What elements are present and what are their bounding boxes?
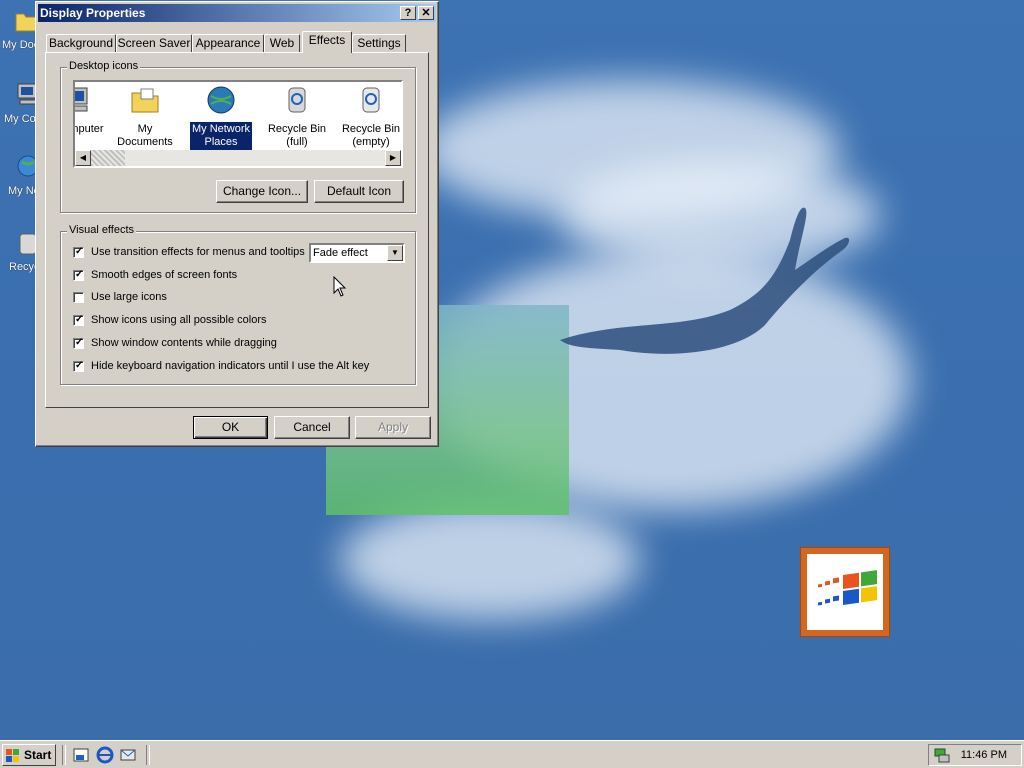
start-button[interactable]: Start bbox=[2, 744, 56, 766]
apply-button[interactable]: Apply bbox=[355, 416, 431, 439]
tab-web[interactable]: Web bbox=[264, 34, 300, 52]
taskbar: Start 11:46 PM bbox=[0, 740, 1024, 768]
effects-panel: Desktop icons nputer My Documents My Net… bbox=[45, 52, 429, 408]
scroll-thumb[interactable] bbox=[91, 150, 125, 166]
display-properties-window[interactable]: Display Properties ? ✕ Background Screen… bbox=[35, 1, 439, 447]
computer-icon bbox=[17, 83, 37, 105]
list-item[interactable]: My Documents bbox=[109, 84, 181, 150]
checkbox[interactable]: ✓ bbox=[73, 269, 84, 281]
checkbox[interactable]: ✓ bbox=[73, 314, 84, 326]
recycle-bin-empty-icon bbox=[362, 87, 380, 113]
change-icon-button[interactable]: Change Icon... bbox=[216, 180, 308, 203]
list-item-label: My Documents bbox=[117, 123, 173, 148]
system-tray: 11:46 PM bbox=[928, 744, 1022, 766]
tab-settings[interactable]: Settings bbox=[352, 34, 406, 52]
default-icon-button[interactable]: Default Icon bbox=[314, 180, 404, 203]
close-button[interactable]: ✕ bbox=[418, 6, 434, 20]
outlook-express-icon[interactable] bbox=[119, 746, 137, 764]
checkbox[interactable] bbox=[73, 292, 84, 303]
list-item-label: Recycle Bin (full) bbox=[267, 123, 327, 148]
start-label: Start bbox=[24, 748, 52, 762]
check-icon: ✓ bbox=[75, 314, 84, 325]
chevron-down-icon[interactable]: ▼ bbox=[387, 245, 403, 261]
close-icon: ✕ bbox=[421, 7, 431, 19]
check-icon: ✓ bbox=[75, 360, 84, 371]
network-places-icon bbox=[207, 86, 235, 114]
visual-effects-label: Visual effects bbox=[67, 224, 137, 236]
network-places-icon bbox=[17, 155, 39, 177]
recycle-bin-full-icon bbox=[288, 87, 306, 113]
windows-logo-icon bbox=[800, 547, 890, 637]
list-item[interactable]: Recycle Bin (empty) bbox=[335, 84, 401, 150]
list-item[interactable]: Recycle Bin (full) bbox=[261, 84, 333, 150]
arrow-right-icon: ▶ bbox=[389, 153, 397, 162]
clock[interactable]: 11:46 PM bbox=[961, 745, 1007, 765]
transition-effect-select[interactable]: Fade effect ▼ bbox=[309, 243, 405, 263]
recycle-bin-icon bbox=[19, 233, 37, 255]
internet-explorer-icon[interactable] bbox=[96, 746, 114, 764]
tab-background[interactable]: Background bbox=[46, 34, 116, 52]
list-item-label: My Network Places bbox=[189, 122, 253, 150]
list-item-label: nputer bbox=[73, 123, 104, 135]
scroll-right-button[interactable]: ▶ bbox=[385, 150, 401, 166]
title-bar[interactable]: Display Properties ? ✕ bbox=[38, 4, 436, 22]
folder-documents-icon bbox=[131, 88, 159, 113]
ok-button[interactable]: OK bbox=[193, 416, 268, 439]
check-icon: ✓ bbox=[75, 269, 84, 280]
horizontal-scrollbar[interactable]: ◀ ▶ bbox=[75, 150, 401, 166]
cancel-button[interactable]: Cancel bbox=[274, 416, 350, 439]
tab-screen-saver[interactable]: Screen Saver bbox=[116, 34, 192, 52]
diver-silhouette-icon bbox=[560, 207, 850, 354]
checkbox[interactable]: ✓ bbox=[73, 246, 84, 258]
desktop-icons-group: Desktop icons nputer My Documents My Net… bbox=[60, 60, 416, 213]
cloud bbox=[340, 500, 640, 620]
show-desktop-icon[interactable] bbox=[72, 746, 90, 764]
scroll-left-button[interactable]: ◀ bbox=[75, 150, 91, 166]
check-icon: ✓ bbox=[75, 246, 84, 257]
check-icon: ✓ bbox=[75, 337, 84, 348]
computer-icon bbox=[75, 87, 88, 112]
desktop-icons-label: Desktop icons bbox=[67, 60, 141, 72]
divider bbox=[146, 745, 150, 765]
list-item[interactable]: nputer bbox=[73, 84, 111, 137]
window-title: Display Properties bbox=[40, 6, 146, 20]
checkbox[interactable]: ✓ bbox=[73, 360, 84, 372]
tab-effects[interactable]: Effects bbox=[302, 31, 352, 53]
list-item-label: Recycle Bin (empty) bbox=[341, 123, 401, 148]
folder-documents-icon bbox=[15, 13, 37, 32]
tab-appearance[interactable]: Appearance bbox=[192, 34, 264, 52]
help-button[interactable]: ? bbox=[400, 6, 416, 20]
windows-flag-icon bbox=[6, 749, 19, 762]
visual-effects-group: Visual effects ✓ Use transition effects … bbox=[60, 224, 416, 385]
list-item[interactable]: My Network Places bbox=[185, 84, 257, 150]
mouse-cursor-icon bbox=[333, 276, 347, 297]
network-tray-icon[interactable] bbox=[933, 747, 951, 763]
checkbox[interactable]: ✓ bbox=[73, 337, 84, 349]
desktop-icons-list[interactable]: nputer My Documents My Network Places Rec… bbox=[73, 80, 403, 168]
divider bbox=[62, 745, 66, 765]
arrow-left-icon: ◀ bbox=[79, 153, 87, 162]
